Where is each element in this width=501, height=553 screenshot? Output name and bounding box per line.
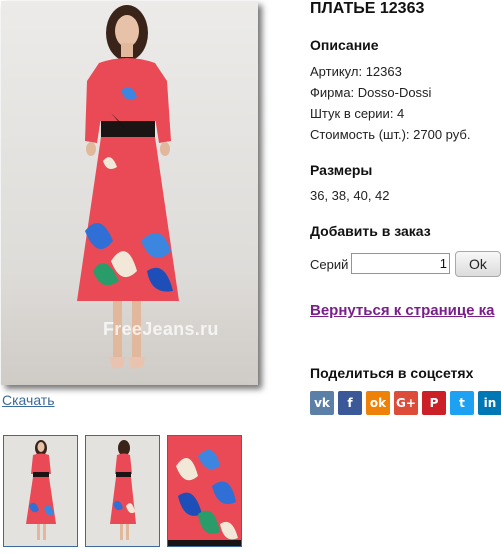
article-line: Артикул: 12363 [310,64,402,79]
watermark: FreeJeans.ru [103,319,219,339]
vk-icon[interactable]: vk [310,391,334,415]
description-heading: Описание [310,37,379,53]
per-series-line: Штук в серии: 4 [310,106,405,121]
thumbnail-detail[interactable] [167,435,242,547]
odnoklassniki-icon[interactable]: ok [366,391,390,415]
order-heading: Добавить в заказ [310,223,431,239]
thumbnail-front-image [4,436,77,546]
google-plus-icon[interactable]: G+ [394,391,418,415]
sizes-heading: Размеры [310,162,373,178]
share-buttons: vk f ok G+ P t in [310,391,501,415]
series-quantity-input[interactable] [351,253,450,274]
facebook-icon[interactable]: f [338,391,362,415]
share-heading: Поделиться в соцсетях [310,365,474,381]
thumbnail-side[interactable] [85,435,160,547]
thumbnail-front[interactable] [3,435,78,547]
price-line: Стоимость (шт.): 2700 руб. [310,127,471,142]
product-main-photo[interactable]: FreeJeans.ru [1,1,258,385]
thumbnail-detail-image [168,436,241,546]
thumbnail-side-image [86,436,159,546]
brand-line: Фирма: Dosso-Dossi [310,85,432,100]
ok-button[interactable]: Ok [455,251,501,277]
twitter-icon[interactable]: t [450,391,474,415]
product-title: ПЛАТЬЕ 12363 [310,0,425,17]
download-link[interactable]: Скачать [2,392,55,408]
thumbnail-strip [3,435,242,547]
sizes-values: 36, 38, 40, 42 [310,188,390,203]
pinterest-icon[interactable]: P [422,391,446,415]
back-to-catalog-link[interactable]: Вернуться к странице ка [310,302,494,319]
series-label: Серий [310,257,349,272]
linkedin-icon[interactable]: in [478,391,501,415]
